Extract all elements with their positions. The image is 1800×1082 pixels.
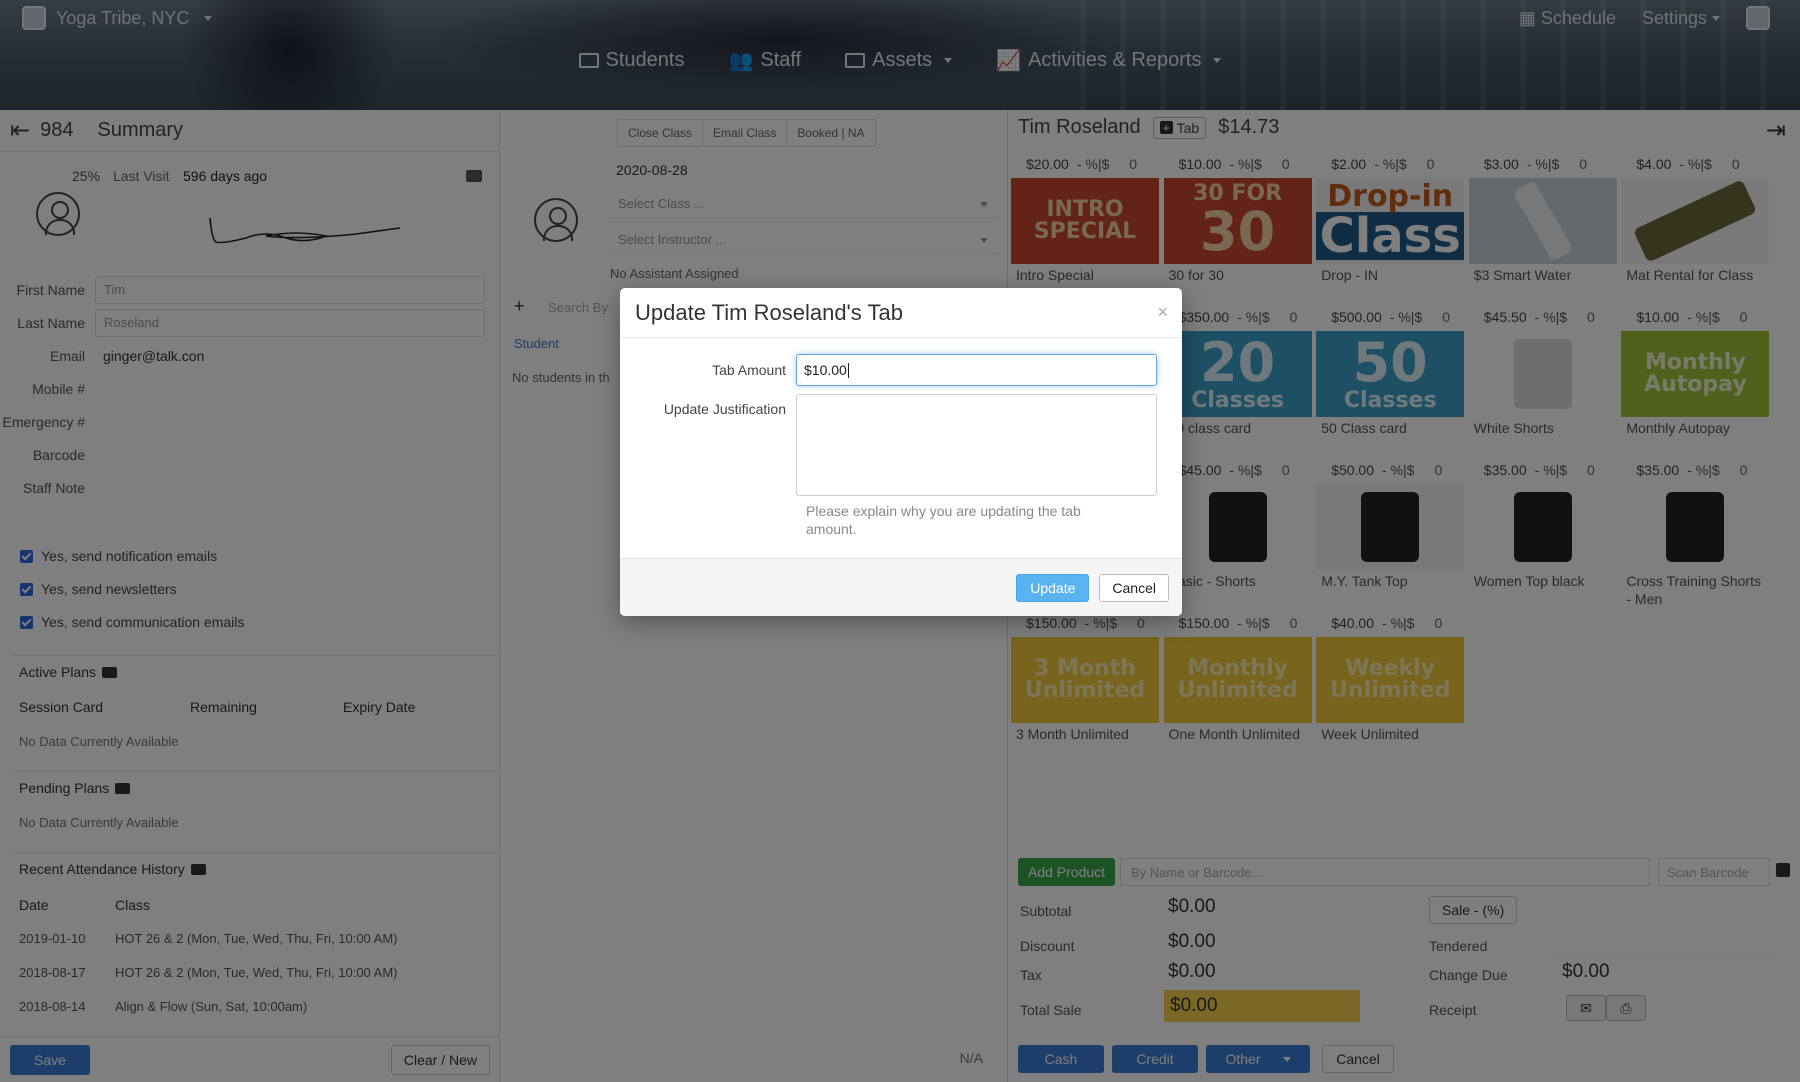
justification-label: Update Justification: [663, 401, 786, 417]
update-tab-dialog: Update Tim Roseland's Tab × Tab Amount $…: [620, 288, 1182, 616]
tab-amount-input[interactable]: $10.00: [796, 354, 1157, 386]
justification-textarea[interactable]: [796, 394, 1157, 496]
tab-amount-value: $10.00: [804, 362, 847, 378]
justification-help-text: Please explain why you are updating the …: [806, 503, 1081, 537]
close-icon[interactable]: ×: [1157, 302, 1168, 323]
cancel-button[interactable]: Cancel: [1099, 573, 1169, 602]
text-cursor: [847, 362, 849, 378]
update-button[interactable]: Update: [1016, 573, 1090, 602]
dialog-title: Update Tim Roseland's Tab: [635, 299, 903, 325]
tab-amount-label: Tab Amount: [712, 362, 786, 378]
